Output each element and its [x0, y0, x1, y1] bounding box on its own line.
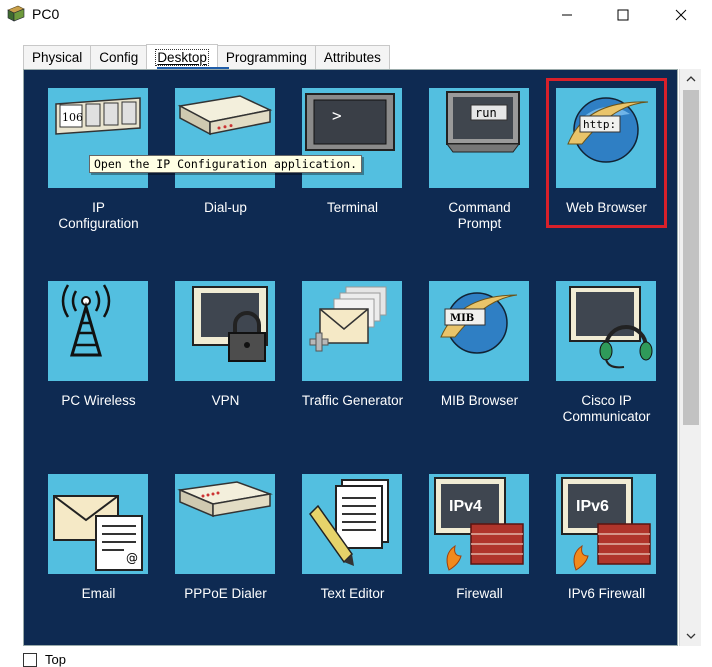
app-text-editor[interactable]: Text Editor [290, 474, 410, 644]
minimize-button[interactable] [544, 0, 590, 30]
app-label: IP Configuration [58, 200, 139, 231]
traffic-generator-icon [302, 281, 402, 381]
ip-configuration-icon: 106 [48, 88, 148, 188]
app-label: IPv6 Firewall [567, 586, 646, 601]
tile-text: > [332, 106, 342, 125]
vpn-lock-icon [175, 281, 275, 381]
tab-label: Physical [32, 50, 83, 65]
tab-desktop[interactable]: Desktop [146, 44, 218, 69]
app-vpn[interactable]: VPN [163, 281, 283, 451]
ip-configuration-tooltip: Open the IP Configuration application. [89, 155, 363, 173]
app-label: Command Prompt [448, 200, 511, 231]
app-label: Email [81, 586, 116, 601]
tab-label: Config [99, 50, 139, 65]
app-mib-browser[interactable]: MIB MIB Browser [417, 281, 537, 451]
scroll-down-button[interactable] [680, 626, 702, 646]
app-label: Traffic Generator [301, 393, 404, 408]
pc0-window: PC0 Physical Config Desktop Programming … [0, 0, 712, 667]
app-ip-configuration[interactable]: 106 IP Configuration [36, 88, 156, 258]
app-command-prompt[interactable]: run Command Prompt [417, 88, 537, 258]
app-label: Firewall [456, 586, 503, 601]
app-dial-up[interactable]: Dial-up [163, 88, 283, 258]
app-label: Text Editor [320, 586, 385, 601]
app-label: Terminal [326, 200, 378, 215]
chevron-up-icon [686, 76, 696, 82]
app-email[interactable]: @ Email [36, 474, 156, 644]
app-label: MIB Browser [440, 393, 519, 408]
command-prompt-icon: run [429, 88, 529, 188]
top-checkbox[interactable] [23, 652, 37, 667]
text-editor-icon [302, 474, 402, 574]
tab-attributes[interactable]: Attributes [314, 45, 390, 69]
email-envelope-icon: @ [48, 474, 148, 574]
tab-programming[interactable]: Programming [216, 45, 316, 69]
app-label: PPPoE Dialer [184, 586, 267, 601]
minimize-icon [562, 14, 572, 16]
maximize-icon [617, 9, 629, 21]
window-title: PC0 [32, 6, 60, 22]
app-pppoe-dialer[interactable]: PPPoE Dialer [163, 474, 283, 644]
maximize-button[interactable] [600, 0, 646, 30]
app-label: Dial-up [204, 200, 247, 215]
tab-physical[interactable]: Physical [23, 45, 92, 69]
app-label: PC Wireless [61, 393, 136, 408]
dial-up-modem-icon [175, 88, 275, 188]
wireless-antenna-icon [48, 281, 148, 381]
tab-label: Desktop [155, 48, 209, 66]
scroll-thumb[interactable] [683, 90, 699, 425]
app-ipv6-firewall[interactable]: IPv6 IPv6 Firewall [544, 474, 664, 644]
app-pc-wireless[interactable]: PC Wireless [36, 281, 156, 451]
app-label: VPN [211, 393, 240, 408]
chevron-down-icon [686, 633, 696, 639]
app-traffic-generator[interactable]: Traffic Generator [290, 281, 410, 451]
tab-config[interactable]: Config [90, 45, 148, 69]
web-browser-highlight [546, 78, 667, 228]
tile-text: run [475, 106, 497, 120]
vertical-scrollbar[interactable] [679, 69, 701, 646]
firewall-ipv6-icon: IPv6 [556, 474, 656, 574]
network-pc-icon [7, 5, 25, 22]
app-cisco-ip-communicator[interactable]: Cisco IP Communicator [544, 281, 664, 451]
app-firewall[interactable]: IPv4 Firewall [417, 474, 537, 644]
mib-browser-icon: MIB [429, 281, 529, 381]
tab-label: Programming [225, 50, 307, 65]
bottom-bar: Top [23, 652, 66, 667]
close-button[interactable] [658, 0, 704, 30]
tile-text: IPv4 [449, 498, 482, 515]
tab-label: Attributes [323, 50, 381, 65]
title-bar: PC0 [0, 0, 712, 30]
ip-communicator-headset-icon [556, 281, 656, 381]
top-checkbox-label: Top [45, 652, 66, 667]
app-label: Cisco IP Communicator [562, 393, 651, 424]
app-terminal[interactable]: > Terminal [290, 88, 410, 258]
terminal-icon: > [302, 88, 402, 188]
tab-bar: Physical Config Desktop Programming Attr… [23, 44, 390, 69]
pppoe-dialer-icon [175, 474, 275, 574]
scroll-up-button[interactable] [680, 69, 702, 89]
tile-text: MIB [450, 313, 474, 324]
close-icon [675, 9, 687, 21]
tile-text: 106 [62, 111, 83, 124]
tile-text: IPv6 [576, 498, 609, 515]
firewall-ipv4-icon: IPv4 [429, 474, 529, 574]
svg-text:@: @ [126, 551, 138, 565]
